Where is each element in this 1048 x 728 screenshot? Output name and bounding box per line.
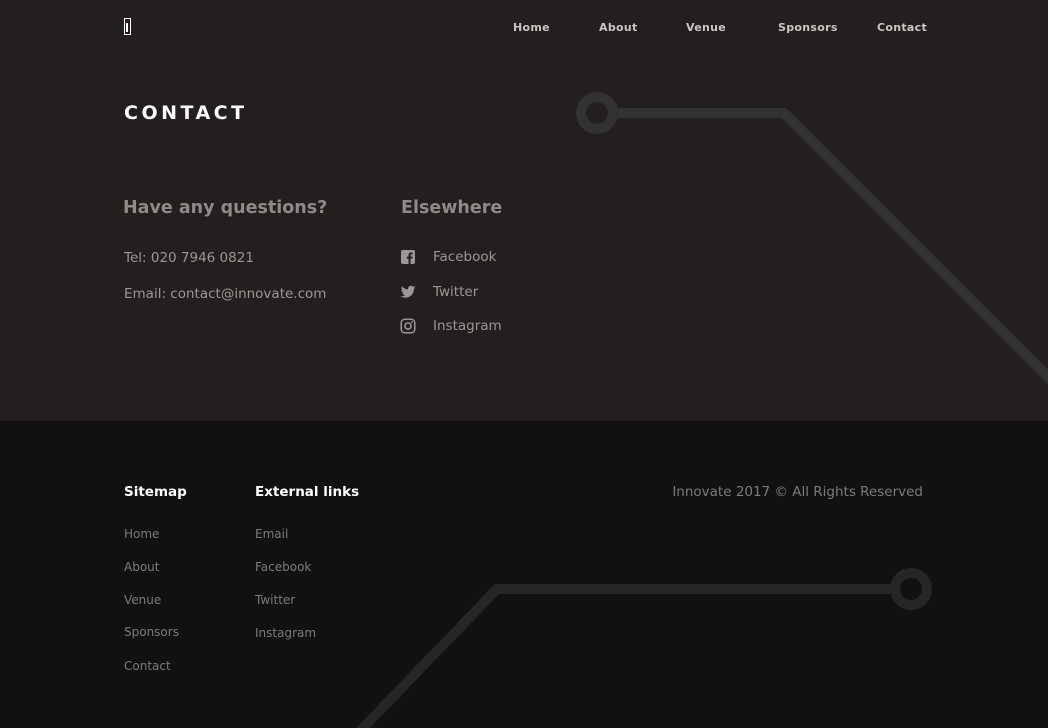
nav-contact[interactable]: Contact xyxy=(877,21,927,34)
nav-sponsors[interactable]: Sponsors xyxy=(778,21,838,34)
nav-venue[interactable]: Venue xyxy=(686,21,726,34)
circuit-line xyxy=(356,584,890,728)
phone-number: Tel: 020 7946 0821 xyxy=(124,250,254,266)
circuit-line xyxy=(618,108,1048,385)
questions-heading: Have any questions? xyxy=(123,198,328,218)
circuit-node xyxy=(890,568,932,610)
external-link-instagram[interactable]: Instagram xyxy=(255,626,316,640)
social-link-facebook[interactable]: Facebook xyxy=(400,248,496,266)
contact-section: Home About Venue Sponsors Contact CONTAC… xyxy=(0,0,1048,421)
circuit-node xyxy=(576,92,618,134)
social-label: Facebook xyxy=(433,249,497,265)
external-link-email[interactable]: Email xyxy=(255,527,288,541)
sitemap-link-about[interactable]: About xyxy=(124,560,159,574)
circuit-decoration xyxy=(356,568,932,728)
logo[interactable] xyxy=(124,18,131,35)
sitemap-link-sponsors[interactable]: Sponsors xyxy=(124,625,179,639)
email-address: Email: contact@innovate.com xyxy=(124,286,327,302)
copyright-text: Innovate 2017 © All Rights Reserved xyxy=(672,484,923,500)
nav-home[interactable]: Home xyxy=(513,21,550,34)
sitemap-heading: Sitemap xyxy=(124,484,187,500)
elsewhere-heading: Elsewhere xyxy=(401,198,503,218)
instagram-icon xyxy=(400,318,416,334)
sitemap-link-venue[interactable]: Venue xyxy=(124,593,161,607)
external-links-heading: External links xyxy=(255,484,360,500)
social-link-instagram[interactable]: Instagram xyxy=(400,317,502,335)
social-label: Twitter xyxy=(433,284,479,300)
external-link-twitter[interactable]: Twitter xyxy=(255,593,295,607)
sitemap-link-home[interactable]: Home xyxy=(124,527,159,541)
sitemap-link-contact[interactable]: Contact xyxy=(124,659,171,673)
page-title: CONTACT xyxy=(124,102,248,124)
facebook-icon xyxy=(401,250,415,264)
footer: Sitemap Home About Venue Sponsors Contac… xyxy=(0,421,1048,728)
social-link-twitter[interactable]: Twitter xyxy=(400,283,478,301)
social-label: Instagram xyxy=(433,318,502,334)
external-link-facebook[interactable]: Facebook xyxy=(255,560,311,574)
nav-about[interactable]: About xyxy=(599,21,638,34)
twitter-icon xyxy=(400,285,416,298)
